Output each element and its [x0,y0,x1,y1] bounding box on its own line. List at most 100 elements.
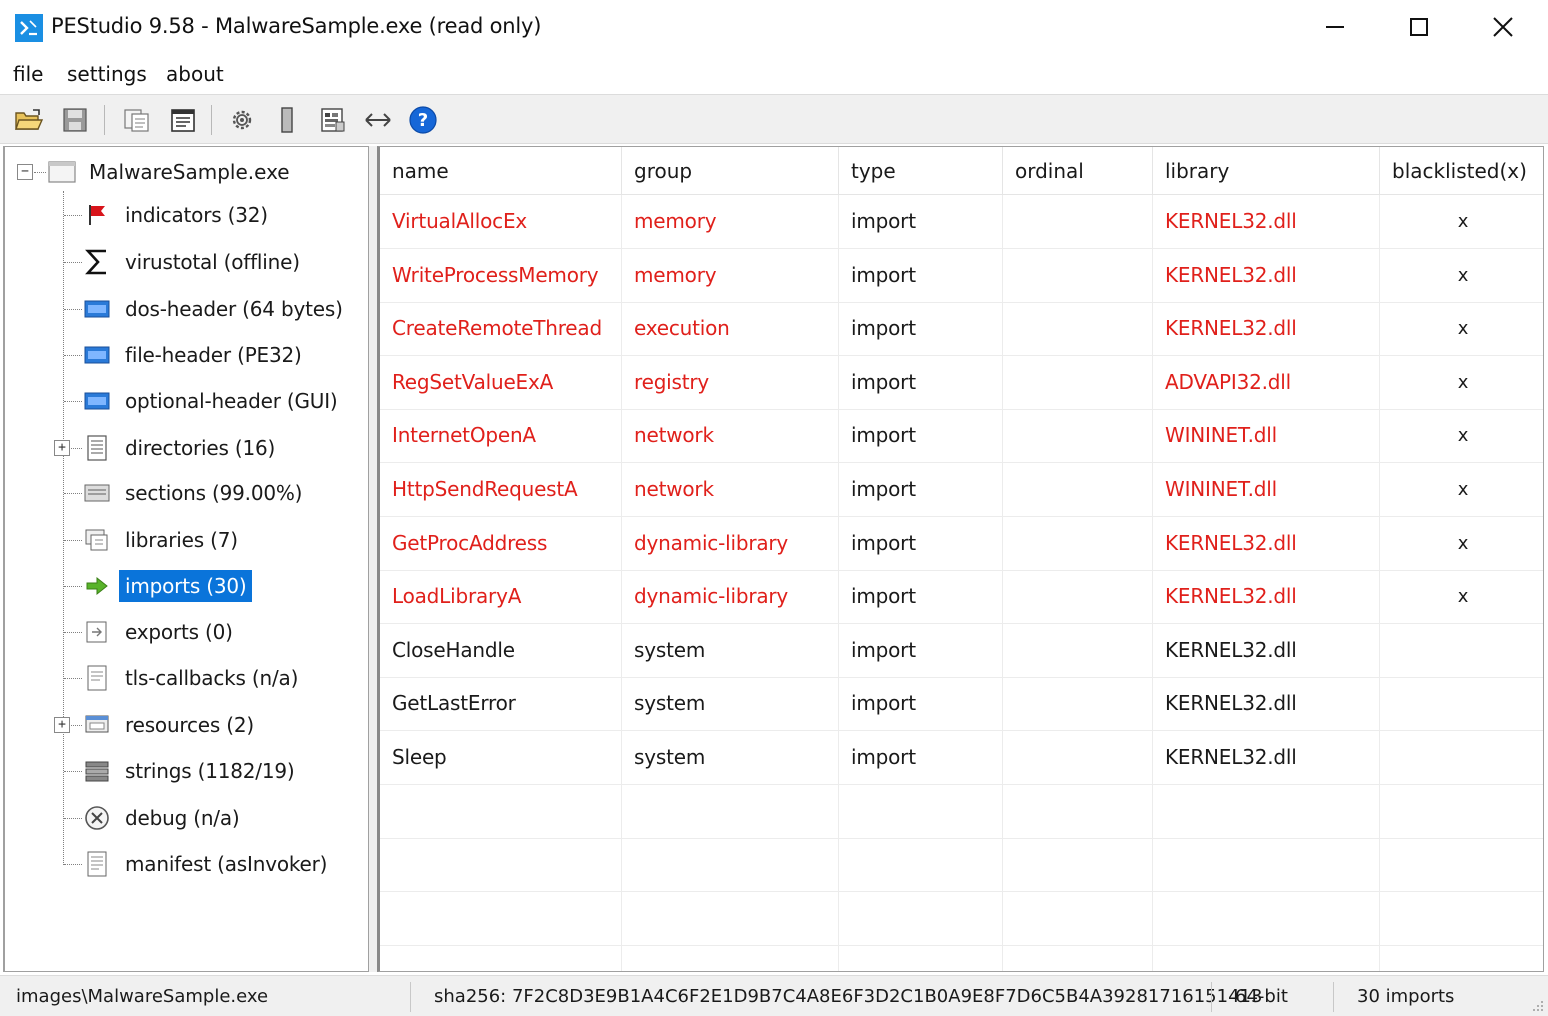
cell-library: KERNEL32.dll [1153,516,1380,570]
table-header: name group type ordinal library blacklis… [380,147,1543,195]
tree-item-label: file-header (PE32) [125,343,302,367]
cell-ordinal [1003,355,1153,409]
tree-item-libraries[interactable]: libraries (7) [83,520,244,560]
column-header-type[interactable]: type [839,147,1003,195]
resize-grip-icon[interactable] [1530,998,1544,1012]
header-icon [83,341,111,369]
tree-connector [64,586,82,587]
open-folder-button[interactable] [12,103,46,137]
table-row[interactable]: CloseHandle system import KERNEL32.dll [380,623,1543,678]
table-row[interactable]: GetLastError system import KERNEL32.dll [380,677,1543,732]
copy-button[interactable] [120,103,154,137]
column-header-ordinal[interactable]: ordinal [1003,147,1153,195]
bookmark-button[interactable] [270,103,304,137]
minimize-button[interactable] [1300,4,1370,50]
column-header-blacklisted[interactable]: blacklisted(x) [1380,147,1543,195]
cell-name [380,838,622,892]
compare-button[interactable] [361,103,395,137]
settings-button[interactable] [225,103,259,137]
properties-icon [171,109,195,132]
settings-icon [232,110,252,130]
compare-arrows-icon [365,113,391,127]
cell-library [1153,945,1380,971]
hex-view-button[interactable] [316,103,350,137]
table-row[interactable]: Sleep system import KERNEL32.dll [380,731,1543,785]
maximize-button[interactable] [1384,4,1454,50]
sections-icon [83,479,111,507]
status-separator [1211,982,1212,1012]
tree-item-debug[interactable]: debug (n/a) [83,798,246,838]
tree-item-label: manifest (asInvoker) [125,852,328,876]
menu-file[interactable]: file [13,62,43,86]
tree-root-label: MalwareSample.exe [89,160,290,184]
status-architecture: 64-bit [1235,986,1288,1007]
cell-type [839,784,1003,838]
cell-library: WININET.dll [1153,463,1380,516]
tree-item-optional-header[interactable]: optional-header (GUI) [83,381,344,421]
tree-item-imports[interactable]: imports (30) [83,566,253,606]
column-header-group[interactable]: group [622,147,839,195]
column-header-name[interactable]: name [380,147,622,195]
table-row[interactable]: WriteProcessMemory memory import KERNEL32.d… [380,248,1543,303]
save-button[interactable] [58,103,92,137]
menu-settings[interactable]: settings [67,62,147,86]
expand-toggle-resources[interactable]: + [54,717,70,733]
exe-file-icon [48,161,76,183]
tree-item-strings[interactable]: strings (1182/19) [83,751,300,791]
close-button[interactable] [1468,4,1538,50]
tree-connector [64,678,82,679]
help-icon: ? [409,106,437,134]
expand-toggle-directories[interactable]: + [54,440,70,456]
cell-ordinal [1003,731,1153,784]
tree-item-label: optional-header (GUI) [125,389,338,413]
tree-item-manifest[interactable]: manifest (asInvoker) [83,844,333,884]
cell-type [839,891,1003,945]
tree-item-dos-header[interactable]: dos-header (64 bytes) [83,289,349,329]
tree-item-file-header[interactable]: file-header (PE32) [83,335,308,375]
table-row[interactable]: RegSetValueExA registry import ADVAPI32.dll… [380,355,1543,410]
tree-item-tls-callbacks[interactable]: tls-callbacks (n/a) [83,658,304,698]
cell-type: import [839,409,1003,463]
cell-name: RegSetValueExA [380,355,622,409]
collapse-toggle[interactable]: − [17,164,33,180]
cell-blacklisted: x [1380,302,1543,355]
table-row[interactable]: HttpSendRequestA network import WININET.dll… [380,463,1543,517]
cell-ordinal [1003,195,1153,248]
menu-bar: file settings about [0,54,1548,94]
imports-table: name group type ordinal library blacklis… [377,146,1544,972]
cell-ordinal [1003,409,1153,463]
tree-item-label: libraries (7) [125,528,238,552]
cell-blacklisted [1380,838,1543,891]
cell-group [622,838,839,892]
tree-connector [64,262,82,263]
cell-ordinal [1003,784,1153,838]
panel-splitter[interactable] [369,146,377,972]
properties-button[interactable] [166,103,200,137]
cell-library [1153,838,1380,892]
table-row[interactable]: LoadLibraryA dynamic-library import KERNEL3… [380,570,1543,625]
tree-connector [63,191,64,865]
cell-ordinal [1003,623,1153,677]
cell-name [380,891,622,945]
cell-type: import [839,623,1003,677]
table-row[interactable]: CreateRemoteThread execution import KERNEL3… [380,302,1543,357]
tree-item-resources[interactable]: resources (2) [83,705,260,745]
table-row[interactable]: GetProcAddress dynamic-library import KERNE… [380,516,1543,571]
column-header-library[interactable]: library [1153,147,1380,195]
tree-root[interactable]: MalwareSample.exe [47,157,290,187]
cell-library: KERNEL32.dll [1153,677,1380,731]
cell-blacklisted [1380,677,1543,730]
table-row[interactable]: VirtualAllocEx memory import KERNEL32.dll x [380,195,1543,249]
tree-item-indicators[interactable]: indicators (32) [83,195,274,235]
tree-connector [64,355,82,356]
tree-item-virustotal[interactable]: virustotal (offline) [83,242,306,282]
cell-name: CloseHandle [380,623,622,677]
tree-item-sections[interactable]: sections (99.00%) [83,473,308,513]
help-button[interactable]: ? [406,103,440,137]
cell-group: system [622,623,839,677]
tree-item-directories[interactable]: directories (16) [83,428,281,468]
cell-blacklisted: x [1380,356,1543,409]
tree-item-exports[interactable]: exports (0) [83,612,239,652]
table-row[interactable]: InternetOpenA network import WININET.dll x [380,409,1543,464]
menu-about[interactable]: about [166,62,224,86]
